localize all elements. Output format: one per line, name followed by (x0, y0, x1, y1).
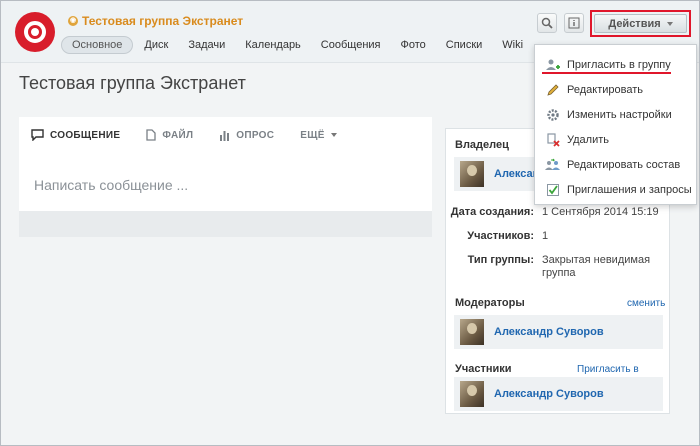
menu-item-edit-members[interactable]: Редактировать состав (535, 153, 696, 177)
composer-footer (19, 211, 432, 237)
created-label: Дата создания: (450, 206, 534, 218)
nav-tab-wiki[interactable]: Wiki (493, 37, 532, 53)
chevron-down-icon (666, 21, 673, 26)
message-icon (31, 129, 44, 141)
page-title: Тестовая группа Экстранет (19, 73, 246, 93)
tab-more-label: ЕЩЁ (300, 129, 325, 141)
nav-tab-disk[interactable]: Диск (135, 37, 177, 53)
actions-label: Действия (608, 17, 661, 30)
group-info-button[interactable] (564, 13, 584, 33)
group-link[interactable]: ◉ Тестовая группа Экстранет (68, 14, 243, 28)
nav-tab-messages[interactable]: Сообщения (312, 37, 390, 53)
moderators-title: Модераторы (455, 297, 525, 309)
tab-message[interactable]: СООБЩЕНИЕ (31, 129, 120, 141)
group-name[interactable]: Тестовая группа Экстранет (82, 14, 243, 28)
nav-tab-photo[interactable]: Фото (392, 37, 435, 53)
owner-title: Владелец (455, 139, 509, 151)
invite-user-icon (545, 57, 561, 73)
delete-icon (545, 132, 561, 148)
search-button[interactable] (537, 13, 557, 33)
avatar (460, 319, 484, 345)
nav-tab-tasks[interactable]: Задачи (179, 37, 234, 53)
composer-tabs: СООБЩЕНИЕ ФАЙЛ ОПРОС ЕЩЁ (31, 129, 363, 141)
participant-name[interactable]: Александр Суворов (494, 388, 604, 400)
poll-icon (220, 130, 230, 141)
chevron-down-icon (330, 133, 337, 137)
tab-message-label: СООБЩЕНИЕ (50, 129, 121, 141)
tab-poll[interactable]: ОПРОС (219, 130, 274, 141)
edit-pencil-icon (545, 82, 561, 98)
search-icon (541, 17, 553, 29)
tab-file[interactable]: ФАЙЛ (146, 129, 193, 141)
group-icon: ◉ (68, 16, 78, 26)
members-value: 1 (542, 230, 549, 242)
members-label: Участников: (467, 230, 534, 242)
invite-highlight-underline (542, 72, 671, 74)
avatar (460, 161, 484, 187)
menu-item-settings-label: Изменить настройки (567, 109, 672, 121)
moderator-row[interactable]: Александр Суворов (454, 315, 663, 349)
moderator-name[interactable]: Александр Суворов (494, 326, 604, 338)
menu-item-edit[interactable]: Редактировать (535, 78, 696, 102)
actions-menu: Пригласить в группу Редактировать Измени… (534, 44, 697, 205)
change-moderators-link[interactable]: сменить (627, 298, 665, 309)
file-icon (146, 129, 157, 141)
type-label: Тип группы: (467, 254, 534, 266)
app-window: ◉ Тестовая группа Экстранет Основное Дис… (0, 0, 700, 446)
nav-tab-lists[interactable]: Списки (437, 37, 492, 53)
actions-highlight: Действия (590, 10, 691, 37)
gear-icon (545, 107, 561, 123)
info-icon (568, 17, 580, 29)
message-input[interactable]: Написать сообщение ... (34, 177, 188, 193)
menu-item-edit-label: Редактировать (567, 84, 643, 96)
group-nav: Основное Диск Задачи Календарь Сообщения… (61, 36, 534, 54)
menu-item-delete[interactable]: Удалить (535, 128, 696, 152)
participants-title: Участники (455, 363, 512, 375)
invitations-check-icon (545, 182, 561, 198)
menu-item-invitations-label: Приглашения и запросы (567, 184, 692, 196)
nav-tab-calendar[interactable]: Календарь (236, 37, 310, 53)
avatar (460, 381, 484, 407)
post-composer: СООБЩЕНИЕ ФАЙЛ ОПРОС ЕЩЁ Написать сообще… (19, 117, 432, 237)
menu-item-settings[interactable]: Изменить настройки (535, 103, 696, 127)
bitrix-logo[interactable] (15, 12, 55, 52)
menu-item-delete-label: Удалить (567, 134, 609, 146)
members-icon (545, 157, 561, 173)
menu-item-invite-label: Пригласить в группу (567, 59, 671, 71)
type-value: Закрытая невидимая группа (542, 254, 651, 279)
tab-poll-label: ОПРОС (236, 129, 275, 141)
menu-item-edit-members-label: Редактировать состав (567, 159, 681, 171)
nav-tab-main[interactable]: Основное (61, 36, 134, 54)
participant-row[interactable]: Александр Суворов (454, 377, 663, 411)
tab-file-label: ФАЙЛ (162, 129, 194, 141)
actions-button[interactable]: Действия (594, 14, 687, 33)
tab-more[interactable]: ЕЩЁ (300, 129, 337, 141)
created-value: 1 Сентября 2014 15:19 (542, 206, 659, 218)
menu-item-invitations[interactable]: Приглашения и запросы (535, 178, 696, 202)
